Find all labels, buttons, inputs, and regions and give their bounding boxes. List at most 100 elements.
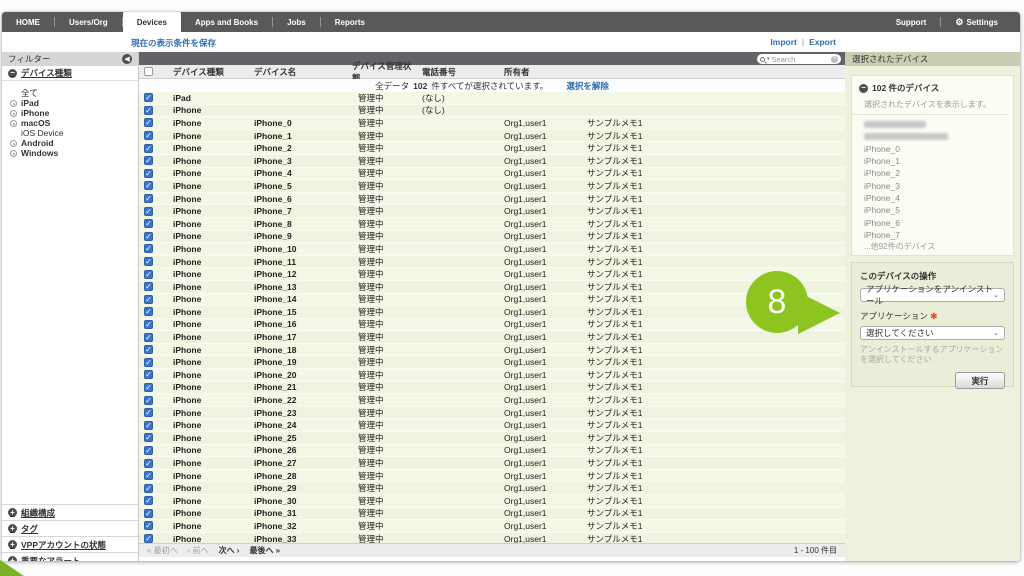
sidebar-device-type-macos[interactable]: macOS xyxy=(2,118,138,128)
import-link[interactable]: Import xyxy=(770,37,796,47)
row-checkbox[interactable]: ✓ xyxy=(144,232,153,241)
table-row[interactable]: ✓ iPhone iPhone_23 管理中 Org1,user1 サンプルメモ… xyxy=(139,407,845,420)
row-checkbox[interactable]: ✓ xyxy=(144,421,153,430)
col-device-type[interactable]: デバイス種類 xyxy=(165,66,247,78)
row-checkbox[interactable]: ✓ xyxy=(144,333,153,342)
nav-jobs[interactable]: Jobs xyxy=(273,12,320,32)
row-checkbox[interactable]: ✓ xyxy=(144,320,153,329)
row-checkbox[interactable]: ✓ xyxy=(144,144,153,153)
table-row[interactable]: ✓ iPhone iPhone_10 管理中 Org1,user1 サンプルメモ… xyxy=(139,243,845,256)
row-checkbox[interactable]: ✓ xyxy=(144,383,153,392)
table-row[interactable]: ✓ iPhone iPhone_9 管理中 Org1,user1 サンプルメモ1 xyxy=(139,231,845,244)
search-input[interactable]: ▾ Search × xyxy=(757,54,841,64)
table-row[interactable]: ✓ iPhone iPhone_4 管理中 Org1,user1 サンプルメモ1 xyxy=(139,168,845,181)
row-checkbox[interactable]: ✓ xyxy=(144,446,153,455)
table-row[interactable]: ✓ iPhone iPhone_11 管理中 Org1,user1 サンプルメモ… xyxy=(139,256,845,269)
table-row[interactable]: ✓ iPhone iPhone_22 管理中 Org1,user1 サンプルメモ… xyxy=(139,394,845,407)
row-checkbox[interactable]: ✓ xyxy=(144,496,153,505)
sidebar-device-type-iphone[interactable]: iPhone xyxy=(2,108,138,118)
sidebar-section[interactable]: +タグ xyxy=(2,520,138,536)
table-row[interactable]: ✓ iPhone iPhone_16 管理中 Org1,user1 サンプルメモ… xyxy=(139,319,845,332)
table-row[interactable]: ✓ iPhone 管理中 (なし) xyxy=(139,105,845,118)
pagination-first[interactable]: « 最初へ xyxy=(147,545,178,556)
sidebar-section[interactable]: +VPPアカウントの状態 xyxy=(2,536,138,552)
sidebar-section-device-type[interactable]: − デバイス種類 xyxy=(2,66,138,81)
row-checkbox[interactable]: ✓ xyxy=(144,307,153,316)
table-row[interactable]: ✓ iPhone iPhone_0 管理中 Org1,user1 サンプルメモ1 xyxy=(139,117,845,130)
row-checkbox[interactable]: ✓ xyxy=(144,370,153,379)
table-row[interactable]: ✓ iPhone iPhone_24 管理中 Org1,user1 サンプルメモ… xyxy=(139,419,845,432)
sidebar-device-type-ipad[interactable]: iPad xyxy=(2,98,138,108)
row-checkbox[interactable]: ✓ xyxy=(144,484,153,493)
table-row[interactable]: ✓ iPhone iPhone_15 管理中 Org1,user1 サンプルメモ… xyxy=(139,306,845,319)
row-checkbox[interactable]: ✓ xyxy=(144,509,153,518)
row-checkbox[interactable]: ✓ xyxy=(144,106,153,115)
nav-reports[interactable]: Reports xyxy=(321,12,379,32)
table-row[interactable]: ✓ iPhone iPhone_26 管理中 Org1,user1 サンプルメモ… xyxy=(139,445,845,458)
nav-users-org[interactable]: Users/Org xyxy=(55,12,122,32)
search-clear-icon[interactable]: × xyxy=(831,56,838,63)
row-checkbox[interactable]: ✓ xyxy=(144,358,153,367)
table-row[interactable]: ✓ iPhone iPhone_31 管理中 Org1,user1 サンプルメモ… xyxy=(139,508,845,521)
table-row[interactable]: ✓ iPad 管理中 (なし) xyxy=(139,92,845,105)
table-row[interactable]: ✓ iPhone iPhone_27 管理中 Org1,user1 サンプルメモ… xyxy=(139,457,845,470)
table-row[interactable]: ✓ iPhone iPhone_6 管理中 Org1,user1 サンプルメモ1 xyxy=(139,193,845,206)
table-row[interactable]: ✓ iPhone iPhone_14 管理中 Org1,user1 サンプルメモ… xyxy=(139,294,845,307)
sidebar-collapse-button[interactable]: ◀ xyxy=(122,54,132,64)
table-row[interactable]: ✓ iPhone iPhone_30 管理中 Org1,user1 サンプルメモ… xyxy=(139,495,845,508)
row-checkbox[interactable]: ✓ xyxy=(144,194,153,203)
table-row[interactable]: ✓ iPhone iPhone_5 管理中 Org1,user1 サンプルメモ1 xyxy=(139,180,845,193)
table-row[interactable]: ✓ iPhone iPhone_1 管理中 Org1,user1 サンプルメモ1 xyxy=(139,130,845,143)
row-checkbox[interactable]: ✓ xyxy=(144,207,153,216)
execute-button[interactable]: 実行 xyxy=(955,372,1005,389)
table-row[interactable]: ✓ iPhone iPhone_17 管理中 Org1,user1 サンプルメモ… xyxy=(139,331,845,344)
row-checkbox[interactable]: ✓ xyxy=(144,282,153,291)
row-checkbox[interactable]: ✓ xyxy=(144,295,153,304)
row-checkbox[interactable]: ✓ xyxy=(144,257,153,266)
row-checkbox[interactable]: ✓ xyxy=(144,433,153,442)
table-row[interactable]: ✓ iPhone iPhone_13 管理中 Org1,user1 サンプルメモ… xyxy=(139,281,845,294)
table-row[interactable]: ✓ iPhone iPhone_8 管理中 Org1,user1 サンプルメモ1 xyxy=(139,218,845,231)
table-row[interactable]: ✓ iPhone iPhone_33 管理中 Org1,user1 サンプルメモ… xyxy=(139,533,845,543)
search-scope-caret-icon[interactable]: ▾ xyxy=(767,56,770,62)
row-checkbox[interactable]: ✓ xyxy=(144,169,153,178)
row-checkbox[interactable]: ✓ xyxy=(144,521,153,530)
row-checkbox[interactable]: ✓ xyxy=(144,156,153,165)
nav-apps-and-books[interactable]: Apps and Books xyxy=(181,12,272,32)
table-row[interactable]: ✓ iPhone iPhone_2 管理中 Org1,user1 サンプルメモ1 xyxy=(139,142,845,155)
pagination-next[interactable]: 次へ › xyxy=(219,545,240,556)
row-checkbox[interactable]: ✓ xyxy=(144,93,153,102)
nav-home[interactable]: HOME xyxy=(2,12,54,32)
sidebar-device-type-windows[interactable]: Windows xyxy=(2,148,138,158)
pagination-prev[interactable]: ‹ 前へ xyxy=(188,545,209,556)
row-checkbox[interactable]: ✓ xyxy=(144,244,153,253)
col-phone-number[interactable]: 電話番号 xyxy=(417,66,497,78)
table-row[interactable]: ✓ iPhone iPhone_12 管理中 Org1,user1 サンプルメモ… xyxy=(139,268,845,281)
table-row[interactable]: ✓ iPhone iPhone_32 管理中 Org1,user1 サンプルメモ… xyxy=(139,520,845,533)
device-count-header[interactable]: − 102 件のデバイス xyxy=(852,76,1013,94)
row-checkbox[interactable]: ✓ xyxy=(144,534,153,543)
table-row[interactable]: ✓ iPhone iPhone_21 管理中 Org1,user1 サンプルメモ… xyxy=(139,382,845,395)
clear-selection-link[interactable]: 選択を解除 xyxy=(566,80,609,92)
row-checkbox[interactable]: ✓ xyxy=(144,181,153,190)
col-owner[interactable]: 所有者 xyxy=(497,66,584,78)
row-checkbox[interactable]: ✓ xyxy=(144,270,153,279)
pagination-last[interactable]: 最後へ » xyxy=(249,545,280,556)
row-checkbox[interactable]: ✓ xyxy=(144,118,153,127)
table-row[interactable]: ✓ iPhone iPhone_20 管理中 Org1,user1 サンプルメモ… xyxy=(139,369,845,382)
nav-devices[interactable]: Devices xyxy=(123,12,181,32)
nav-settings[interactable]: ⚙ Settings xyxy=(941,12,1012,32)
sidebar-section[interactable]: +重要なアラート xyxy=(2,552,138,561)
table-row[interactable]: ✓ iPhone iPhone_28 管理中 Org1,user1 サンプルメモ… xyxy=(139,470,845,483)
col-device-name[interactable]: デバイス名 xyxy=(247,66,344,78)
export-link[interactable]: Export xyxy=(809,37,836,47)
select-all-checkbox[interactable]: ✓ xyxy=(144,67,153,76)
sidebar-section[interactable]: +組織構成 xyxy=(2,504,138,520)
table-row[interactable]: ✓ iPhone iPhone_25 管理中 Org1,user1 サンプルメモ… xyxy=(139,432,845,445)
table-row[interactable]: ✓ iPhone iPhone_18 管理中 Org1,user1 サンプルメモ… xyxy=(139,344,845,357)
nav-support[interactable]: Support xyxy=(882,12,941,32)
table-row[interactable]: ✓ iPhone iPhone_3 管理中 Org1,user1 サンプルメモ1 xyxy=(139,155,845,168)
row-checkbox[interactable]: ✓ xyxy=(144,219,153,228)
row-checkbox[interactable]: ✓ xyxy=(144,471,153,480)
table-row[interactable]: ✓ iPhone iPhone_29 管理中 Org1,user1 サンプルメモ… xyxy=(139,482,845,495)
